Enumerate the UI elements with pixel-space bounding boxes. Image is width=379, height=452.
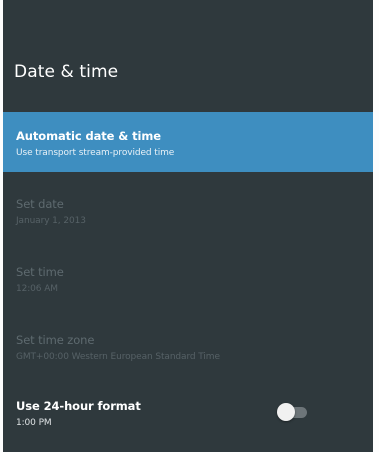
setting-set-time[interactable]: Set time 12:06 AM (3, 248, 373, 308)
toggle-thumb (277, 403, 295, 421)
header: Date & time (3, 0, 373, 112)
setting-subtitle: January 1, 2013 (16, 216, 86, 226)
settings-panel: Date & time Automatic date & time Use tr… (3, 0, 373, 452)
setting-title: Use 24-hour format (16, 399, 141, 413)
setting-set-time-zone[interactable]: Set time zone GMT+00:00 Western European… (3, 316, 373, 376)
setting-use-24-hour-format[interactable]: Use 24-hour format 1:00 PM (3, 382, 373, 442)
page-title: Date & time (14, 62, 119, 82)
setting-subtitle: 1:00 PM (16, 418, 52, 428)
setting-subtitle: 12:06 AM (16, 284, 58, 294)
setting-subtitle: GMT+00:00 Western European Standard Time (16, 352, 220, 362)
setting-automatic-date-time[interactable]: Automatic date & time Use transport stre… (3, 112, 373, 172)
setting-title: Automatic date & time (16, 129, 161, 143)
24-hour-toggle[interactable] (275, 402, 313, 422)
setting-title: Set time (16, 265, 64, 279)
setting-title: Set date (16, 197, 64, 211)
setting-set-date[interactable]: Set date January 1, 2013 (3, 180, 373, 240)
setting-title: Set time zone (16, 333, 95, 347)
setting-subtitle: Use transport stream-provided time (16, 148, 175, 158)
